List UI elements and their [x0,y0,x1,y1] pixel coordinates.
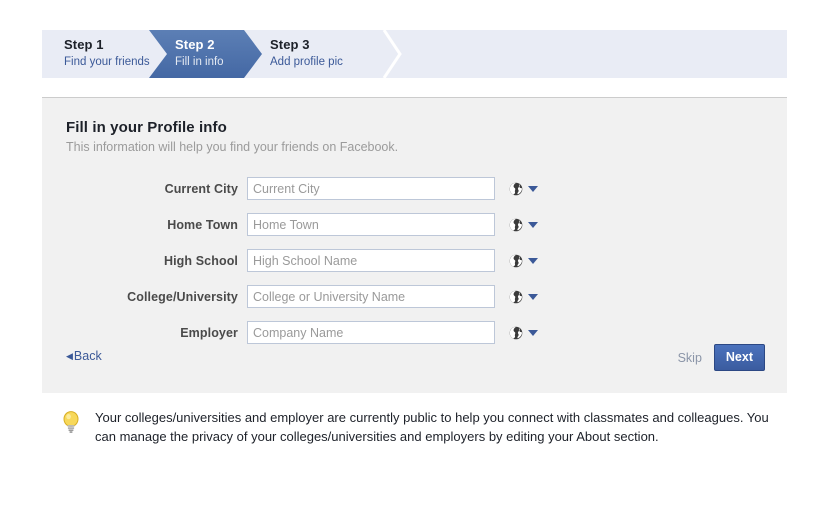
notice-text: Your colleges/universities and employer … [95,410,769,444]
college-university-input[interactable] [247,285,495,308]
label-high-school: High School [163,253,238,268]
notice-icon-wrap [62,408,86,439]
chevron-down-icon [528,293,538,300]
step-item-1[interactable]: Step 1 Find your friends [42,30,167,78]
field-row-current-city: Current City [42,173,787,204]
high-school-input[interactable] [247,249,495,272]
label-current-city: Current City [164,181,238,196]
form-actions: ◀Back Skip Next [42,343,787,383]
globe-icon [509,326,523,339]
panel-header: Fill in your Profile info This informati… [42,98,787,156]
chevron-down-icon [528,185,538,192]
current-city-input[interactable] [247,177,495,200]
chevron-down-icon [528,329,538,336]
step-3-title: Step 3 [270,37,310,52]
privacy-selector-home-town[interactable] [509,218,538,232]
step-2-subtitle: Fill in info [175,56,224,68]
step-1-subtitle: Find your friends [64,56,150,68]
left-arrow-icon: ◀ [66,351,73,361]
back-link[interactable]: ◀Back [66,349,102,363]
page-title: Fill in your Profile info [66,119,227,136]
label-home-town: Home Town [167,217,238,232]
employer-input[interactable] [247,321,495,344]
globe-icon [509,218,523,231]
privacy-notice: Your colleges/universities and employer … [62,408,778,446]
chevron-down-icon [528,221,538,228]
next-button[interactable]: Next [713,344,765,371]
profile-info-form: Current City Home Town [42,173,787,348]
field-row-college-university: College/University [42,281,787,312]
field-row-home-town: Home Town [42,209,787,240]
globe-icon [509,182,523,195]
globe-icon [509,254,523,267]
chevron-down-icon [528,257,538,264]
privacy-selector-college-university[interactable] [509,290,538,304]
field-row-high-school: High School [42,245,787,276]
privacy-selector-high-school[interactable] [509,254,538,268]
back-link-label: Back [73,349,102,363]
label-employer: Employer [180,325,238,340]
right-actions-group: Skip Next [678,344,765,371]
label-college-university: College/University [127,289,238,304]
step-item-3[interactable]: Step 3 Add profile pic [244,30,364,78]
globe-icon [509,290,523,303]
lightbulb-icon [63,411,79,433]
chevron-separator-icon [382,30,402,78]
step-2-title: Step 2 [175,37,215,52]
step-1-title: Step 1 [64,37,104,52]
page-subtitle: This information will help you find your… [66,140,399,154]
profile-info-panel: Fill in your Profile info This informati… [42,97,787,393]
skip-link[interactable]: Skip [678,351,702,365]
home-town-input[interactable] [247,213,495,236]
step-progress-bar: Step 1 Find your friends Step 2 Fill in … [42,30,787,78]
step-3-subtitle: Add profile pic [270,56,343,68]
privacy-selector-current-city[interactable] [509,182,538,196]
privacy-selector-employer[interactable] [509,326,538,340]
